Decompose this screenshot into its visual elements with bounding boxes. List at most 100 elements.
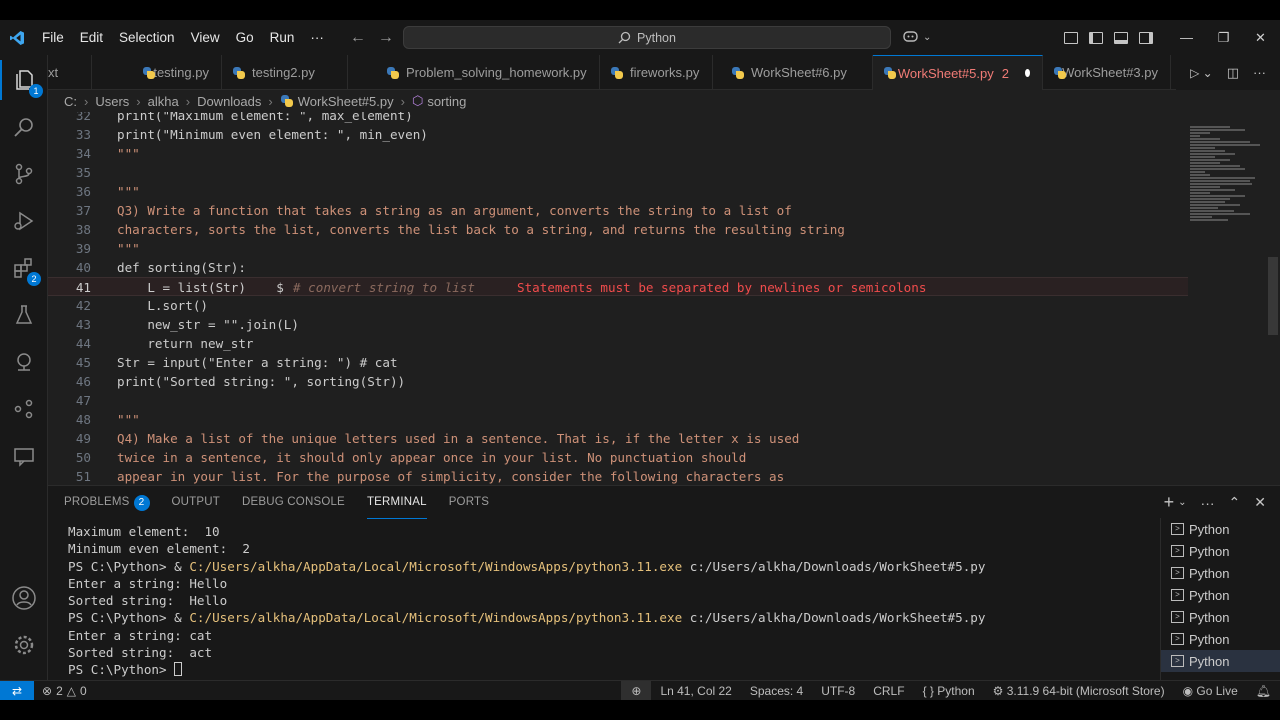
breadcrumb-item[interactable]: alkha	[148, 94, 179, 109]
chevron-down-icon[interactable]: ⌄	[923, 32, 931, 43]
tab-text[interactable]: xt	[48, 55, 92, 90]
terminal-instance[interactable]: > Python	[1161, 650, 1280, 672]
tab-testing2[interactable]: testing2.py	[222, 55, 348, 90]
code-line[interactable]: 33 print("Minimum even element: ", min_ev…	[48, 125, 1188, 144]
code-line[interactable]: 37 Q3) Write a function that takes a stri…	[48, 201, 1188, 220]
encoding[interactable]: UTF-8	[812, 684, 864, 698]
breadcrumb-item[interactable]: sorting	[427, 94, 466, 109]
code-line[interactable]: 45 Str = input("Enter a string: ") # cat	[48, 353, 1188, 372]
copilot-icon[interactable]	[902, 29, 920, 46]
code-line[interactable]: 32 print("Maximum element: ", max_element…	[48, 112, 1188, 125]
forward-arrow-icon[interactable]: →	[378, 29, 394, 47]
restore-icon[interactable]: ❐	[1205, 30, 1242, 46]
code-line[interactable]: 47	[48, 391, 1188, 410]
breadcrumb-item[interactable]: C:	[64, 94, 77, 109]
zoom-icon[interactable]: ⊕	[621, 681, 652, 700]
go-live-button[interactable]: ◉ Go Live	[1174, 684, 1247, 698]
terminal-output[interactable]: Maximum element: 10 Minimum even element:…	[68, 523, 1148, 679]
cursor-position[interactable]: Ln 41, Col 22	[651, 684, 740, 698]
code-line[interactable]: 36 """	[48, 182, 1188, 201]
language-mode[interactable]: { } Python	[914, 684, 984, 698]
remote-explorer-icon[interactable]	[0, 342, 48, 382]
minimap[interactable]	[1188, 112, 1268, 485]
run-debug-icon[interactable]	[0, 201, 48, 241]
search-icon[interactable]	[0, 107, 48, 147]
code-line[interactable]: 42 L.sort()	[48, 296, 1188, 315]
terminal-instance[interactable]: > Python	[1161, 584, 1280, 606]
settings-gear-icon[interactable]	[0, 625, 48, 665]
tab-worksheet3[interactable]: WorkSheet#3.py	[1043, 55, 1171, 90]
minimize-icon[interactable]: —	[1168, 30, 1205, 45]
extensions-icon[interactable]: 2	[0, 248, 48, 288]
tab-ports[interactable]: PORTS	[449, 486, 489, 519]
code-line[interactable]: 46 print("Sorted string: ", sorting(Str))	[48, 372, 1188, 391]
code-line[interactable]: 39 """	[48, 239, 1188, 258]
breadcrumb-item[interactable]: Downloads	[197, 94, 261, 109]
code-line[interactable]: 34 """	[48, 144, 1188, 163]
notifications-bell-icon[interactable]: 🔔︎	[1247, 684, 1280, 698]
account-icon[interactable]	[0, 578, 48, 618]
python-interpreter[interactable]: ⚙ 3.11.9 64-bit (Microsoft Store)	[984, 684, 1174, 698]
terminal-instance[interactable]: > Python	[1161, 606, 1280, 628]
code-line[interactable]: 51 appear in your list. For the purpose o…	[48, 467, 1188, 485]
split-editor-icon[interactable]: ◫	[1227, 65, 1239, 81]
layout-customize-icon[interactable]	[1064, 31, 1078, 44]
tab-output[interactable]: OUTPUT	[172, 486, 220, 519]
tab-worksheet5[interactable]: WorkSheet#5.py 2	[873, 55, 1043, 90]
source-control-icon[interactable]	[0, 154, 48, 194]
chevron-down-icon[interactable]: ⌄	[1178, 497, 1186, 508]
close-icon[interactable]: ✕	[1242, 30, 1279, 46]
code-line[interactable]: 50 twice in a sentence, it should only ap…	[48, 448, 1188, 467]
toggle-sidebar-icon[interactable]	[1089, 31, 1103, 44]
tab-problems[interactable]: PROBLEMS 2	[64, 486, 150, 519]
run-python-icon[interactable]: ▷ ⌄	[1190, 66, 1213, 80]
code-line[interactable]: 49 Q4) Make a list of the unique letters …	[48, 429, 1188, 448]
breadcrumb-item[interactable]: WorkSheet#5.py	[298, 94, 394, 109]
end-of-line[interactable]: CRLF	[864, 684, 913, 698]
tab-terminal[interactable]: TERMINAL	[366, 486, 427, 519]
terminal-instance[interactable]: > Python	[1161, 562, 1280, 584]
indentation[interactable]: Spaces: 4	[741, 684, 812, 698]
more-actions-icon[interactable]: ···	[1253, 65, 1266, 80]
tab-worksheet6[interactable]: WorkSheet#6.py	[713, 55, 873, 90]
code-line[interactable]: 35	[48, 163, 1188, 182]
live-share-icon[interactable]	[0, 389, 48, 429]
more-actions-icon[interactable]: ···	[1201, 495, 1215, 511]
tab-fireworks[interactable]: fireworks.py	[600, 55, 713, 90]
editor-scrollbar[interactable]	[1268, 257, 1278, 335]
comments-icon[interactable]	[0, 436, 48, 476]
terminal-instance[interactable]: > Python	[1161, 518, 1280, 540]
close-panel-icon[interactable]: ✕	[1254, 494, 1266, 511]
tab-problem-solving[interactable]: Problem_solving_homework.py	[348, 55, 600, 90]
code-line[interactable]: 38 characters, sorts the list, converts t…	[48, 220, 1188, 239]
testing-flask-icon[interactable]	[0, 295, 48, 335]
menu-run[interactable]: Run	[262, 20, 303, 55]
tab-debug-console[interactable]: DEBUG CONSOLE	[242, 486, 345, 519]
code-editor[interactable]: 32 print("Maximum element: ", max_element…	[48, 112, 1280, 485]
menu-selection[interactable]: Selection	[111, 20, 183, 55]
tab-testing[interactable]: testing.py	[92, 55, 222, 90]
code-line[interactable]: 43 new_str = "".join(L)	[48, 315, 1188, 334]
code-line[interactable]: 41 L = list(Str) $ # convert string to li…	[48, 277, 1188, 296]
code-line[interactable]: 48 """	[48, 410, 1188, 429]
toggle-panel-icon[interactable]	[1114, 31, 1128, 44]
code-line[interactable]: 44 return new_str	[48, 334, 1188, 353]
menu-more[interactable]: ···	[302, 20, 332, 55]
explorer-icon[interactable]: 1	[0, 60, 48, 100]
new-terminal-icon[interactable]: +	[1164, 492, 1175, 513]
code-line[interactable]: 40 def sorting(Str):	[48, 258, 1188, 277]
terminal-instance[interactable]: > Python	[1161, 628, 1280, 650]
menu-edit[interactable]: Edit	[72, 20, 111, 55]
menu-go[interactable]: Go	[228, 20, 262, 55]
terminal-instance[interactable]: > Python	[1161, 540, 1280, 562]
maximize-panel-icon[interactable]: ⌃	[1229, 494, 1241, 511]
menu-file[interactable]: File	[34, 20, 72, 55]
breadcrumb-item[interactable]: Users	[95, 94, 129, 109]
command-center-search[interactable]: Python	[403, 26, 891, 49]
toggle-secondary-sidebar-icon[interactable]	[1139, 31, 1153, 44]
remote-indicator-icon[interactable]: ⇄	[0, 680, 34, 700]
status-problems[interactable]: ⊗ 2 △ 0	[42, 684, 87, 698]
back-arrow-icon[interactable]: ←	[350, 29, 366, 47]
menu-view[interactable]: View	[183, 20, 228, 55]
unsaved-dot-icon[interactable]	[1024, 69, 1030, 77]
